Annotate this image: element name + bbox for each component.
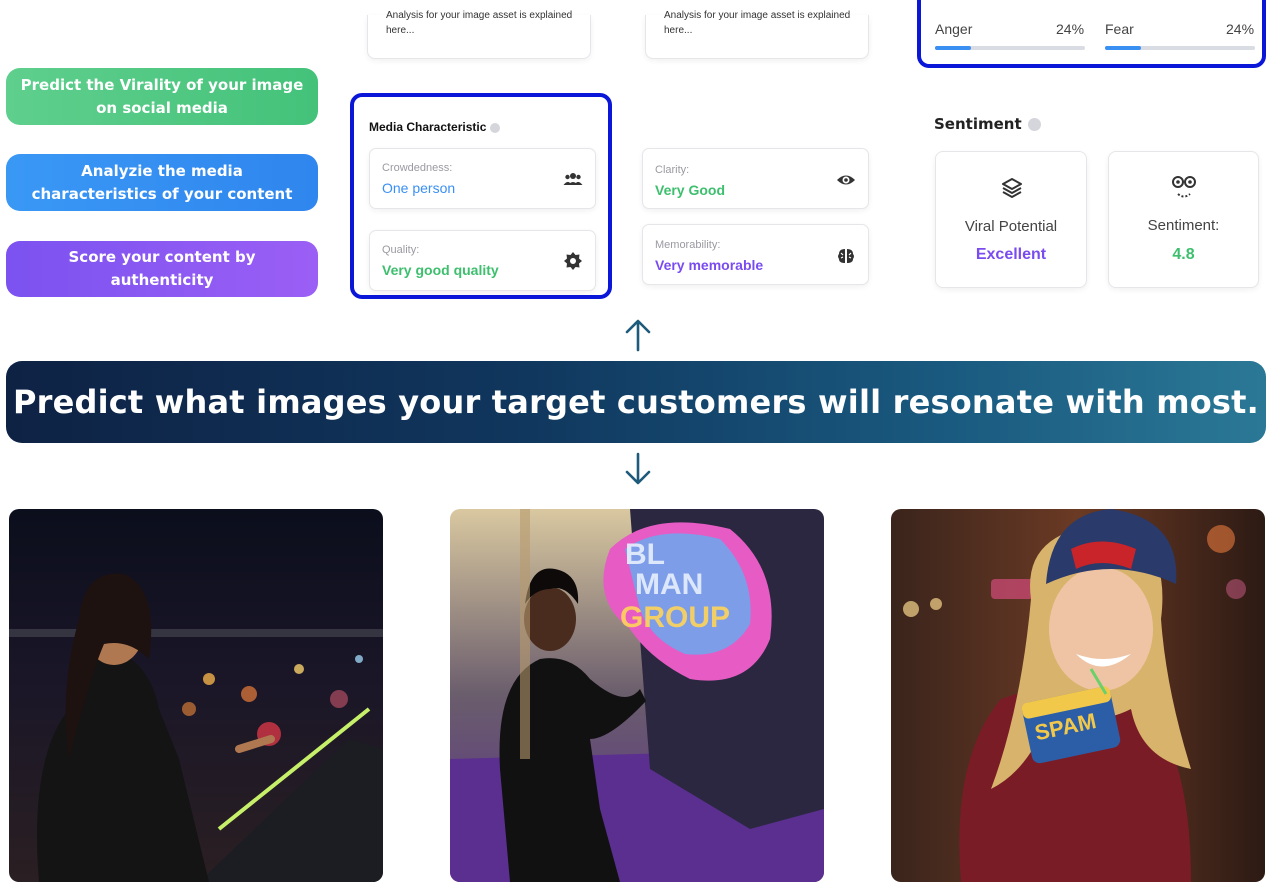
eye-icon: [837, 175, 855, 185]
blue-man-group-photo: BL MAN GROUP: [450, 509, 824, 882]
svg-text:BL: BL: [625, 538, 665, 571]
quality-card: Quality: Very good quality: [369, 230, 596, 291]
emotion-panel: Anger 24% Fear 24%: [917, 0, 1266, 68]
rooftop-woman-photo: [9, 509, 383, 882]
memorability-card: Memorability: Very memorable: [642, 224, 869, 285]
quality-value: Very good quality: [382, 262, 499, 278]
group-icon: [563, 173, 583, 185]
emotion-value-anger: 24%: [1056, 21, 1085, 37]
viral-potential-value: Excellent: [975, 246, 1047, 263]
media-characteristic-panel: Media Characteristic Crowdedness: One pe…: [350, 93, 612, 299]
arrow-down-icon: [625, 452, 651, 485]
banner-headline: Predict what images your target customer…: [12, 383, 1260, 421]
explain-card-2: Analysis for your image asset is explain…: [645, 10, 869, 59]
memorability-value: Very memorable: [655, 257, 764, 273]
arrow-up-icon: [625, 319, 651, 352]
score-authenticity-button[interactable]: Score your content by authenticity: [6, 241, 318, 297]
face-icon: [1172, 176, 1196, 198]
svg-text:MAN: MAN: [635, 568, 703, 601]
emotion-value-fear: 24%: [1226, 21, 1255, 37]
emotion-bar-anger: [935, 46, 1085, 50]
explain-text: Analysis for your image asset is explain…: [386, 10, 573, 36]
info-icon: [1027, 118, 1041, 131]
clarity-value: Very Good: [655, 182, 726, 198]
media-characteristic-title: Media Characteristic: [369, 120, 501, 134]
predict-virality-button[interactable]: Predict the Virality of your image on so…: [6, 68, 318, 125]
memorability-label: Memorability:: [655, 239, 721, 251]
clarity-label: Clarity:: [655, 164, 690, 176]
emotion-bar-fill: [935, 46, 971, 50]
sentiment-score-card: Sentiment: 4.8: [1108, 151, 1259, 288]
sentiment-score-label: Sentiment:: [1147, 217, 1220, 234]
headline-banner: Predict what images your target customer…: [6, 361, 1266, 443]
sentiment-title: Sentiment: [934, 115, 1041, 133]
viral-potential-card: Viral Potential Excellent: [935, 151, 1087, 288]
viral-potential-label: Viral Potential: [964, 218, 1058, 235]
crowdedness-label: Crowdedness:: [382, 162, 453, 174]
layers-icon: [1002, 178, 1022, 198]
emotion-label-anger: Anger: [935, 21, 973, 37]
emotion-bar-fear: [1105, 46, 1255, 50]
brain-icon: [838, 249, 854, 263]
svg-text:GROUP: GROUP: [620, 601, 730, 634]
info-icon: [490, 122, 501, 133]
badge-icon: [564, 252, 582, 270]
analyze-media-button[interactable]: Analyzie the media characteristics of yo…: [6, 154, 318, 211]
emotion-bar-fill: [1105, 46, 1141, 50]
explain-card-1: Analysis for your image asset is explain…: [367, 10, 591, 59]
crowdedness-card: Crowdedness: One person: [369, 148, 596, 209]
explain-text: Analysis for your image asset is explain…: [664, 10, 851, 36]
quality-label: Quality:: [382, 244, 420, 256]
clarity-card: Clarity: Very Good: [642, 148, 869, 209]
sentiment-score-value: 4.8: [1172, 246, 1195, 263]
emotion-label-fear: Fear: [1105, 21, 1134, 37]
crowdedness-value: One person: [382, 180, 456, 196]
spam-woman-photo: SPAM: [891, 509, 1265, 882]
